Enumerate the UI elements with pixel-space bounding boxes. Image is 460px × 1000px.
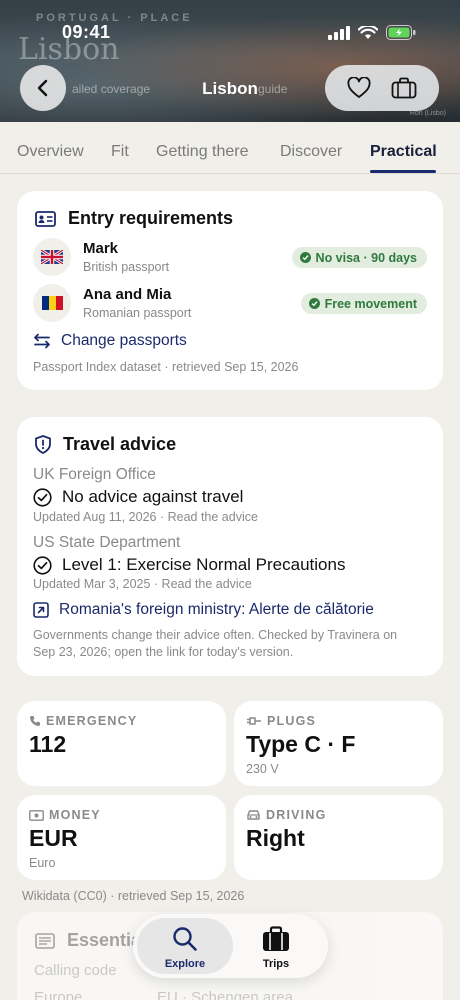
advice-source: US State Department — [33, 534, 181, 551]
essentials-card-header: Essentia — [35, 930, 141, 951]
suitcase-icon — [263, 926, 289, 951]
money-tile: MONEY EUR Euro — [17, 795, 226, 880]
romania-ministry-label: Romania's foreign ministry: Alerte de că… — [59, 601, 374, 618]
document-icon — [35, 932, 55, 949]
advice-note: Governments change their advice often. C… — [33, 627, 397, 661]
traveler-passport: Romanian passport — [83, 306, 192, 320]
suitcase-icon — [391, 77, 417, 99]
advice-note-line: Governments change their advice often. C… — [33, 628, 398, 642]
romania-flag-icon — [33, 284, 71, 322]
bottom-nav: Explore Trips — [133, 914, 328, 978]
tab-practical[interactable]: Practical — [370, 143, 437, 161]
essentials-card-title: Essentia — [67, 930, 142, 950]
advice-level-text: No advice against travel — [62, 487, 244, 506]
traveler-passport: British passport — [83, 260, 170, 274]
plugs-label-text: PLUGS — [267, 714, 317, 728]
plugs-voltage: 230 V — [246, 762, 279, 776]
active-tab-indicator — [370, 170, 436, 173]
status-bar: 09:41 — [0, 22, 460, 46]
check-circle-icon — [308, 298, 320, 309]
money-label: MONEY — [29, 808, 101, 822]
signal-icon — [328, 25, 350, 40]
check-circle-icon — [33, 555, 52, 575]
advice-updated[interactable]: Updated Mar 3, 2025 · Read the advice — [33, 577, 252, 591]
romania-ministry-link[interactable]: Romania's foreign ministry: Alerte de că… — [33, 601, 374, 619]
facts-source: Wikidata (CC0) · retrieved Sep 15, 2026 — [22, 889, 245, 903]
driving-label-text: DRIVING — [266, 808, 327, 822]
emergency-tile: EMERGENCY 112 — [17, 701, 226, 786]
traveler-row: Ana and Mia Romanian passport — [33, 284, 191, 322]
status-badge: No visa · 90 days — [291, 247, 427, 268]
status-icons — [328, 25, 416, 40]
emergency-label-text: EMERGENCY — [46, 714, 138, 728]
shield-icon — [35, 435, 51, 454]
entry-requirements-card: Entry requirements Mark British passport… — [17, 191, 443, 390]
swap-arrows-icon — [34, 333, 50, 349]
check-circle-icon — [299, 252, 311, 263]
external-link-icon — [33, 602, 49, 618]
add-to-trip-button[interactable] — [391, 77, 417, 99]
header-hero: PORTUGAL · PLACE Lisbon ailed coverage g… — [0, 0, 460, 122]
traveler-name: Mark — [83, 240, 119, 257]
nav-trips-label: Trips — [262, 958, 290, 970]
advice-level: Level 1: Exercise Normal Precautions — [33, 555, 345, 575]
nav-trips[interactable]: Trips — [228, 918, 324, 974]
tab-discover[interactable]: Discover — [280, 143, 342, 161]
entry-card-header: Entry requirements — [35, 208, 233, 229]
heart-icon — [347, 77, 371, 98]
uk-flag-icon — [33, 238, 71, 276]
tab-getting-there[interactable]: Getting there — [156, 143, 249, 161]
advice-updated[interactable]: Updated Aug 11, 2026 · Read the advice — [33, 510, 258, 524]
entry-card-title: Entry requirements — [68, 208, 234, 228]
essentials-row-label: Calling code — [34, 962, 117, 979]
favorite-button[interactable] — [347, 77, 371, 99]
advice-note-line: Sep 23, 2026; open the link for today's … — [33, 645, 294, 659]
car-icon — [247, 810, 260, 820]
money-value: EUR — [29, 825, 78, 851]
advice-card-title: Travel advice — [63, 434, 177, 454]
traveler-row: Mark British passport — [33, 238, 169, 276]
traveler-name: Ana and Mia — [83, 286, 172, 303]
change-passports-link[interactable]: Change passports — [33, 332, 187, 350]
id-card-icon — [35, 210, 56, 227]
essentials-row-value: EU · Schengen area — [157, 989, 293, 1000]
status-badge-label: No visa · 90 days — [315, 250, 417, 265]
essentials-row-label: Europe — [34, 989, 83, 1000]
tab-fit[interactable]: Fit — [111, 143, 129, 161]
driving-tile: DRIVING Right — [234, 795, 443, 880]
change-passports-label: Change passports — [61, 332, 187, 349]
banknote-icon — [29, 809, 44, 821]
wifi-icon — [358, 25, 378, 39]
phone-icon — [30, 716, 40, 726]
money-label-text: MONEY — [49, 808, 101, 822]
advice-level: No advice against travel — [33, 487, 243, 507]
entry-source: Passport Index dataset · retrieved Sep 1… — [33, 360, 299, 374]
plug-icon — [247, 717, 261, 725]
status-badge: Free movement — [300, 293, 427, 314]
hero-photo-credit: Ron (Lisbo) — [409, 110, 446, 117]
plugs-value: Type C · F — [246, 731, 356, 757]
nav-explore-label: Explore — [164, 958, 206, 970]
driving-side: Right — [246, 825, 305, 851]
status-time: 09:41 — [62, 22, 111, 42]
advice-source: UK Foreign Office — [33, 466, 156, 483]
check-circle-icon — [33, 487, 52, 507]
advice-card-header: Travel advice — [35, 434, 176, 455]
emergency-number: 112 — [29, 731, 67, 757]
section-tabs: Overview Fit Getting there Discover Prac… — [0, 122, 460, 174]
travel-advice-card: Travel advice UK Foreign Office No advic… — [17, 417, 443, 676]
plugs-label: PLUGS — [246, 714, 316, 728]
battery-icon — [386, 25, 416, 40]
emergency-label: EMERGENCY — [29, 714, 137, 728]
search-icon — [173, 927, 197, 951]
tab-overview[interactable]: Overview — [17, 143, 84, 161]
header-actions — [325, 65, 439, 111]
nav-explore[interactable]: Explore — [137, 918, 233, 974]
status-badge-label: Free movement — [324, 296, 417, 311]
driving-label: DRIVING — [246, 808, 327, 822]
advice-level-text: Level 1: Exercise Normal Precautions — [62, 555, 346, 574]
money-currency-name: Euro — [29, 856, 56, 870]
plugs-tile: PLUGS Type C · F 230 V — [234, 701, 443, 786]
